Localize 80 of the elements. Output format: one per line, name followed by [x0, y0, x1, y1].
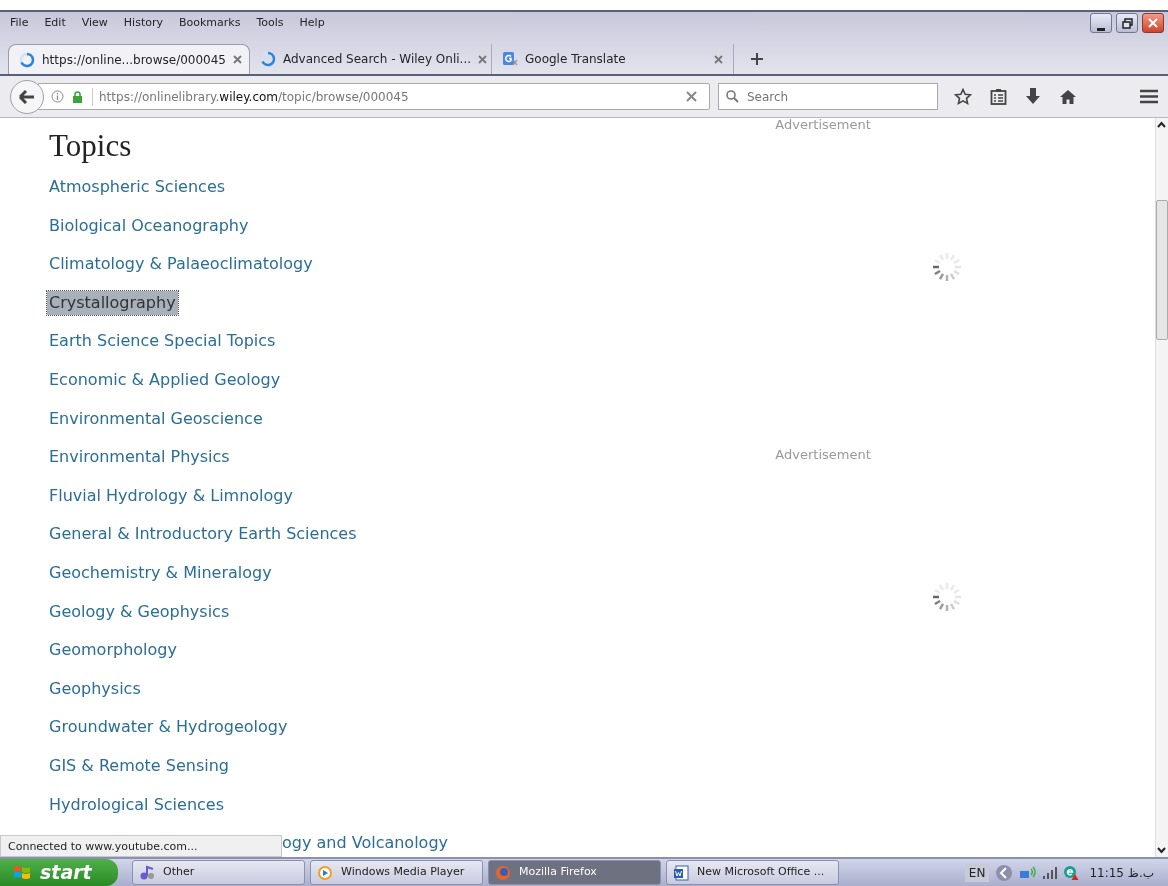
topic-link[interactable]: Atmospheric Sciences	[47, 175, 228, 199]
chevron-left-icon[interactable]	[995, 863, 1014, 882]
signal-bars-icon[interactable]	[1043, 865, 1058, 880]
tab-title: Google Translate	[525, 51, 627, 68]
tab-title: https://online...browse/000045	[42, 51, 226, 69]
back-button[interactable]	[10, 79, 44, 114]
browser-tab[interactable]: Google Translate	[492, 44, 734, 74]
close-icon	[1148, 18, 1158, 28]
download-icon[interactable]	[1025, 88, 1041, 105]
menu-item[interactable]: View	[81, 12, 108, 34]
restore-button[interactable]	[1116, 13, 1138, 33]
play-button-icon	[317, 864, 333, 881]
menu-item[interactable]: Edit	[44, 12, 66, 34]
topic-link[interactable]: Environmental Physics	[47, 445, 232, 470]
taskbar-button[interactable]: Other	[132, 860, 305, 885]
search-icon	[726, 90, 739, 103]
topic-link[interactable]: Biological Oceanography	[47, 213, 251, 238]
topic-link[interactable]: Groundwater & Hydrogeology	[47, 715, 290, 740]
menu-item[interactable]: Tools	[256, 12, 284, 34]
restore-icon	[1121, 17, 1133, 29]
topic-link[interactable]: Hydrological Sciences	[47, 792, 226, 817]
home-icon[interactable]	[1059, 88, 1077, 105]
close-icon[interactable]	[478, 54, 487, 64]
menu-icon[interactable]	[1140, 89, 1158, 104]
topic-link[interactable]: Crystallography	[47, 290, 178, 315]
minimize-icon	[1097, 28, 1105, 32]
taskbar-button[interactable]: New Microsoft Office ...	[666, 860, 839, 885]
search-field[interactable]: Search	[718, 83, 938, 110]
status-text: Connected to www.youtube.com...	[0, 835, 282, 857]
topic-link[interactable]: Fluvial Hydrology & Limnology	[47, 483, 295, 508]
antivirus-icon[interactable]	[1063, 864, 1080, 881]
topic-link[interactable]: Geophysics	[47, 676, 143, 701]
clear-icon[interactable]	[686, 91, 697, 102]
ad-label: Advertisement	[775, 118, 872, 132]
windows-logo-icon	[12, 863, 32, 882]
topic-link[interactable]: Geology & Geophysics	[47, 599, 232, 624]
menu-item[interactable]: Bookmarks	[179, 12, 241, 34]
topic-link[interactable]: Climatology & Palaeoclimatology	[47, 252, 315, 277]
translate-icon	[502, 51, 518, 67]
close-icon[interactable]	[714, 54, 723, 64]
close-icon[interactable]	[233, 55, 242, 64]
ad-label: Advertisement	[775, 448, 872, 462]
minimize-button[interactable]	[1090, 13, 1112, 33]
close-button[interactable]	[1142, 13, 1164, 33]
new-tab-icon[interactable]	[750, 52, 764, 66]
topic-link[interactable]: ogy and Volcanology	[280, 831, 450, 856]
scroll-thumb[interactable]	[1156, 200, 1168, 340]
tab-title: Advanced Search - Wiley Onli...	[283, 51, 471, 68]
globe-icon	[495, 864, 511, 881]
scrollbar[interactable]	[1155, 118, 1168, 857]
star-icon[interactable]	[954, 87, 972, 106]
url-text: https://onlinelibrary.wiley.com/topic/browse/000045	[92, 87, 674, 106]
address-bar[interactable]: https://onlinelibrary.wiley.com/topic/browse/000045	[38, 83, 710, 110]
network-icon[interactable]	[1019, 864, 1038, 881]
start-button[interactable]: start	[0, 859, 118, 886]
language-indicator[interactable]: EN	[964, 863, 990, 882]
loading-spinner-icon	[19, 51, 35, 68]
topic-link[interactable]: Environmental Geoscience	[47, 406, 265, 431]
clipboard-icon[interactable]	[990, 88, 1007, 105]
taskbar-button[interactable]: Mozilla Firefox	[488, 860, 661, 885]
document-icon	[673, 864, 689, 881]
music-notes-icon	[139, 864, 155, 881]
topic-link[interactable]: General & Introductory Earth Sciences	[47, 522, 359, 547]
browser-tab[interactable]: Advanced Search - Wiley Onli...	[250, 44, 492, 74]
browser-tab[interactable]: https://online...browse/000045	[8, 44, 250, 74]
page-title: Topics	[49, 127, 133, 165]
back-arrow-icon	[19, 89, 35, 104]
menu-item[interactable]: File	[10, 12, 29, 34]
loading-spinner-icon	[260, 51, 276, 67]
taskbar-button[interactable]: Windows Media Player	[310, 860, 483, 885]
info-icon	[51, 90, 64, 103]
menu-item[interactable]: Help	[299, 12, 325, 34]
clock: 11:15 ب.ظ	[1089, 864, 1154, 882]
topic-link[interactable]: GIS & Remote Sensing	[47, 753, 231, 778]
topic-link[interactable]: Geochemistry & Mineralogy	[47, 560, 274, 585]
menu-item[interactable]: History	[123, 12, 163, 34]
topic-link[interactable]: Earth Science Special Topics	[47, 329, 278, 354]
topic-link[interactable]: Economic & Applied Geology	[47, 367, 283, 392]
padlock-icon	[72, 90, 83, 103]
topic-link[interactable]: Geomorphology	[47, 638, 179, 663]
